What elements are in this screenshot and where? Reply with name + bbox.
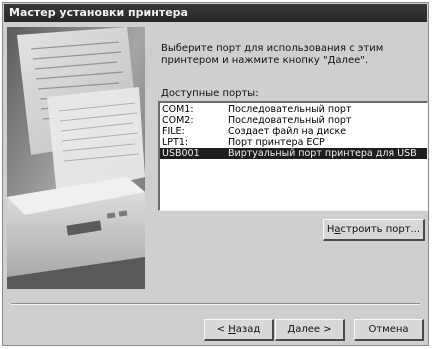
port-name: COM1: (162, 104, 194, 115)
configure-label-post: строить порт... (340, 224, 421, 235)
port-description: Последовательный порт (228, 115, 352, 126)
back-label-post: азад (235, 324, 261, 335)
footer-divider (11, 303, 420, 305)
port-row-usb001[interactable]: USB001 Виртуальный порт принтера для USB (160, 148, 427, 159)
cancel-button[interactable]: Отмена (354, 319, 424, 341)
configure-port-button[interactable]: Настроить порт... (323, 219, 425, 241)
available-ports-label: Доступные порты: (161, 88, 259, 99)
port-name: FILE: (162, 126, 185, 137)
port-name: LPT1: (162, 137, 189, 148)
port-description: Порт принтера ECP (228, 137, 325, 148)
port-name: USB001 (162, 148, 200, 159)
port-row-lpt1[interactable]: LPT1: Порт принтера ECP (160, 137, 427, 148)
port-row-file[interactable]: FILE: Создает файл на диске (160, 126, 427, 137)
dialog-title: Мастер установки принтера (4, 4, 427, 22)
printer-illustration (7, 27, 145, 289)
port-description: Виртуальный порт принтера для USB (228, 148, 417, 159)
back-label-mnemonic: Н (228, 324, 236, 335)
port-name: COM2: (162, 115, 194, 126)
port-row-com2[interactable]: COM2: Последовательный порт (160, 115, 427, 126)
printer-wizard-dialog: Мастер установки принтера Выберите порт … (2, 2, 429, 346)
next-button[interactable]: Далее > (275, 319, 345, 341)
back-label-pre: < (216, 324, 229, 335)
port-description: Создает файл на диске (228, 126, 347, 137)
port-description: Последовательный порт (228, 104, 352, 115)
instructions-text: Выберите порт для использования с этим п… (161, 43, 384, 66)
port-row-com1[interactable]: COM1: Последовательный порт (160, 104, 427, 115)
back-button[interactable]: < Назад (204, 319, 274, 341)
ports-listbox[interactable]: COM1: Последовательный порт COM2: Послед… (158, 101, 428, 211)
